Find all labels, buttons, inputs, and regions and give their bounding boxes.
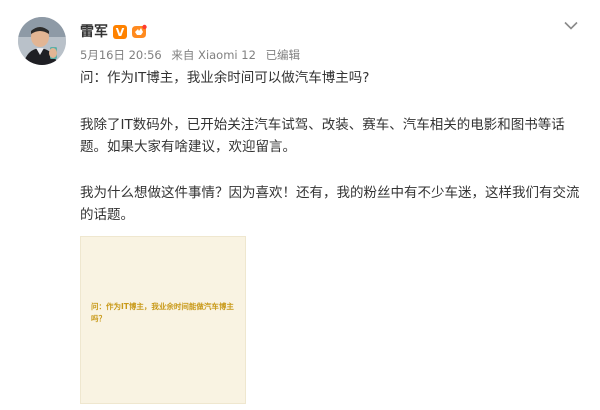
post-source: 来自 Xiaomi 12 — [171, 48, 256, 62]
avatar-photo-icon — [18, 17, 66, 65]
post-paragraph-2: 我除了IT数码外，已开始关注汽车试驾、改装、赛车、汽车相关的电影和图书等话题。如… — [80, 117, 565, 155]
author-name[interactable]: 雷军 — [80, 22, 108, 42]
verified-badge-icon: V — [113, 25, 127, 39]
post-image-text: 问：作为IT博主，我业余时间能做汽车博主吗？ — [91, 302, 234, 323]
post-time[interactable]: 5月16日 20:56 — [80, 48, 162, 62]
post-menu-button[interactable] — [560, 14, 582, 36]
fan-group-icon[interactable] — [130, 24, 148, 40]
edited-label[interactable]: 已编辑 — [266, 48, 301, 62]
post-paragraph-3: 我为什么想做这件事情？因为喜欢！还有，我的粉丝中有不少车迷，这样我们有交流的话题… — [80, 185, 580, 223]
post-paragraph-1: 问：作为IT博主，我业余时间可以做汽车博主吗? — [80, 70, 370, 86]
post-meta: 5月16日 20:56 来自 Xiaomi 12 已编辑 — [80, 47, 306, 63]
weibo-post: 雷军 V 5月16日 20:56 来自 Xiaomi 12 已编辑 问：作为IT… — [0, 0, 600, 410]
post-image[interactable]: 问：作为IT博主，我业余时间能做汽车博主吗？ — [80, 236, 246, 404]
chevron-down-icon — [564, 21, 578, 30]
avatar[interactable] — [18, 17, 66, 65]
author-row: 雷军 V — [80, 22, 148, 42]
